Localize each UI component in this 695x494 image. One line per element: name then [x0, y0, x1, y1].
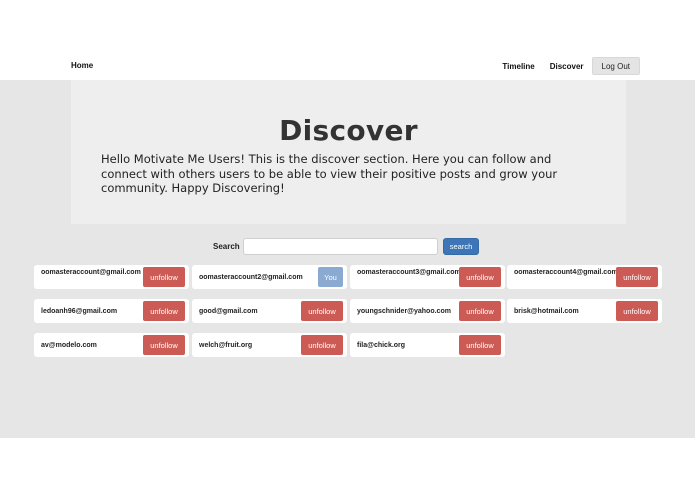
user-card: oomasteraccount4@gmail.com unfollow	[507, 265, 662, 289]
page-title: Discover	[279, 114, 418, 147]
user-card: av@modelo.com unfollow	[34, 333, 189, 357]
unfollow-button[interactable]: unfollow	[143, 335, 185, 355]
unfollow-button[interactable]: unfollow	[459, 301, 501, 321]
user-email: oomasteraccount2@gmail.com	[199, 274, 303, 281]
user-card: welch@fruit.org unfollow	[192, 333, 347, 357]
hero-description: Hello Motivate Me Users! This is the dis…	[101, 152, 558, 195]
user-card: youngschnider@yahoo.com unfollow	[350, 299, 505, 323]
hero-panel: Discover Hello Motivate Me Users! This i…	[71, 80, 626, 224]
user-email: youngschnider@yahoo.com	[357, 308, 451, 315]
user-email: oomasteraccount4@gmail.com	[514, 269, 618, 276]
nav-discover-link[interactable]: Discover	[550, 62, 584, 71]
user-email: av@modelo.com	[41, 342, 97, 349]
user-email: oomasteraccount@gmail.com	[41, 269, 141, 276]
user-card: good@gmail.com unfollow	[192, 299, 347, 323]
main-content: Discover Hello Motivate Me Users! This i…	[0, 80, 695, 438]
user-card: fila@chick.org unfollow	[350, 333, 505, 357]
user-email: fila@chick.org	[357, 342, 406, 349]
nav-timeline-link[interactable]: Timeline	[502, 62, 534, 71]
unfollow-button[interactable]: unfollow	[301, 301, 343, 321]
unfollow-button[interactable]: unfollow	[616, 301, 658, 321]
you-badge-button[interactable]: You	[318, 267, 343, 287]
nav-home-link[interactable]: Home	[71, 61, 93, 70]
user-card: oomasteraccount3@gmail.com unfollow	[350, 265, 505, 289]
unfollow-button[interactable]: unfollow	[459, 335, 501, 355]
unfollow-button[interactable]: unfollow	[301, 335, 343, 355]
nav-right-group: Timeline Discover Log Out	[487, 57, 640, 75]
user-email: ledoanh96@gmail.com	[41, 308, 118, 315]
unfollow-button[interactable]: unfollow	[616, 267, 658, 287]
user-email: good@gmail.com	[199, 308, 258, 315]
search-label: Search	[213, 242, 240, 251]
search-input[interactable]	[243, 238, 438, 255]
user-email: oomasteraccount3@gmail.com	[357, 269, 461, 276]
user-email: brisk@hotmail.com	[514, 308, 579, 315]
user-card: oomasteraccount2@gmail.com You	[192, 265, 347, 289]
unfollow-button[interactable]: unfollow	[143, 301, 185, 321]
user-card: oomasteraccount@gmail.com unfollow	[34, 265, 189, 289]
user-card: brisk@hotmail.com unfollow	[507, 299, 662, 323]
user-email: welch@fruit.org	[199, 342, 253, 349]
unfollow-button[interactable]: unfollow	[143, 267, 185, 287]
search-button[interactable]: search	[443, 238, 479, 255]
logout-button[interactable]: Log Out	[591, 57, 640, 75]
user-card: ledoanh96@gmail.com unfollow	[34, 299, 189, 323]
top-navbar: Home Timeline Discover Log Out	[0, 52, 695, 80]
unfollow-button[interactable]: unfollow	[459, 267, 501, 287]
search-bar: Search search	[0, 238, 695, 256]
